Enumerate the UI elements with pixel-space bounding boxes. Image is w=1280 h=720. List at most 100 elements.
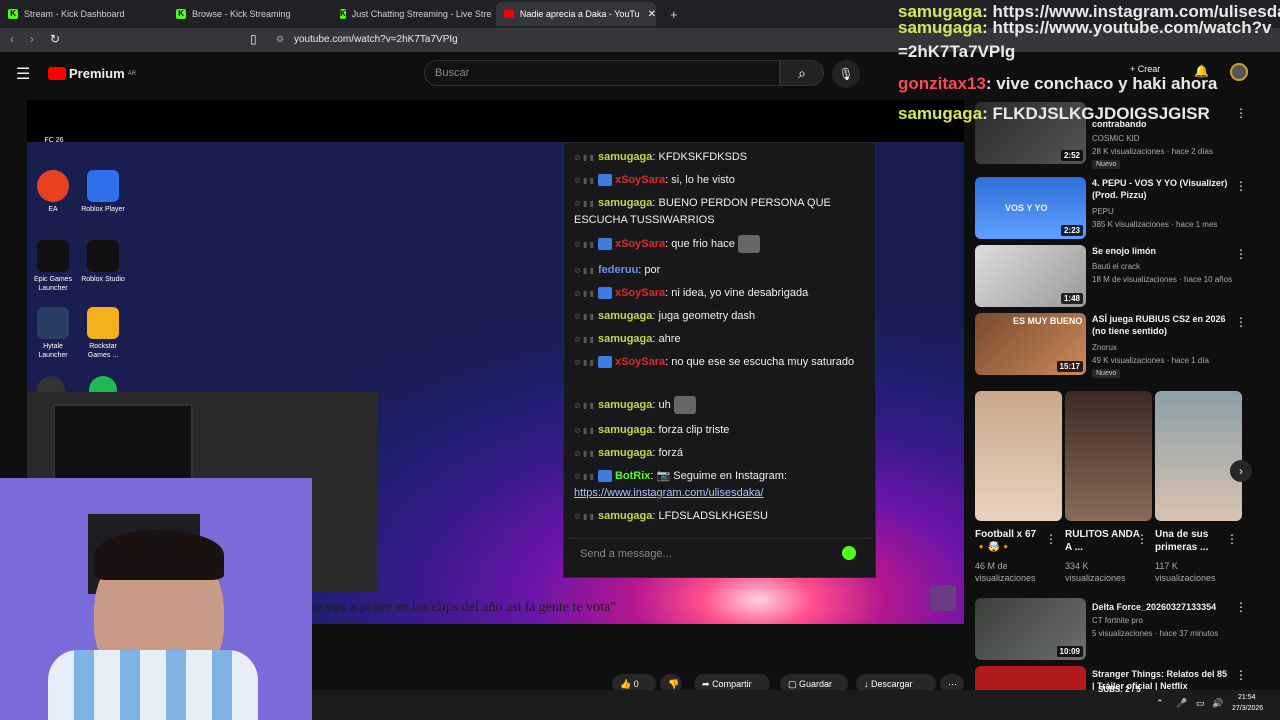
download-icon: ↓ <box>864 679 869 689</box>
like-count: 0 <box>633 679 639 689</box>
moderator-icon <box>597 238 612 250</box>
thumbnail: 1:48 <box>975 245 1086 307</box>
epic-games-icon <box>37 240 69 272</box>
rec-video[interactable]: VOS Y YO 2:23 4. PEPU - VOS Y YO (Visuali… <box>975 177 1265 241</box>
chat-input[interactable]: Send a message... <box>570 538 870 568</box>
bot-icon <box>597 470 612 483</box>
chat-message: ⊘ ▮ ▮ federuu: por <box>574 264 661 276</box>
moderator-icon <box>597 356 612 369</box>
more-icon[interactable]: ⋮ <box>1235 247 1247 261</box>
short-thumbnail[interactable] <box>1155 391 1242 521</box>
desktop-icon-fc26: FC 26 <box>44 137 64 144</box>
desktop-icon-roblox-studio: Roblox Studio <box>79 240 127 284</box>
close-icon[interactable]: ✕ <box>648 9 656 20</box>
tab-youtube-active[interactable]: Nadie aprecia a Daka - YouTu ✕ <box>496 2 656 26</box>
windows-taskbar <box>312 690 1280 720</box>
search-button[interactable]: ⌕ <box>780 60 824 86</box>
youtube-icon <box>504 10 514 18</box>
chat-message: ⊘ ▮ ▮ samugaga: BUENO PERDON PERSONA QUE … <box>574 197 831 226</box>
chat-message: ⊘ ▮ ▮ xSoySara: que frio hace <box>574 235 864 253</box>
thumbnail <box>975 666 1086 690</box>
chevron-right-icon[interactable]: › <box>1230 460 1252 482</box>
thumbnail: VOS Y YO 2:23 <box>975 177 1086 239</box>
tab-kick-just-chatting[interactable]: K Just Chatting Streaming - Live Strea <box>332 2 492 26</box>
forward-icon[interactable]: › <box>30 32 34 46</box>
mic-icon: 🎙 <box>838 67 854 81</box>
reload-icon[interactable]: ↻ <box>50 32 60 46</box>
video-stats: 18 M de visualizaciones · hace 10 años <box>1092 275 1233 284</box>
network-icon[interactable]: ▭ <box>1196 698 1205 709</box>
rec-video[interactable]: ES MUY BUENO 15:17 ASÍ juega RUBIUS CS2 e… <box>975 313 1265 378</box>
more-icon[interactable]: ⋮ <box>1235 179 1247 193</box>
instagram-link[interactable]: https://www.instagram.com/ulisesdaka/ <box>574 487 764 499</box>
chat-message: ⊘ ▮ ▮ samugaga: forzá <box>574 447 683 459</box>
rec-video[interactable]: 10:09 Delta Force_20260327133354 CT fort… <box>975 598 1265 662</box>
menu-icon[interactable]: ☰ <box>16 64 30 84</box>
more-icon[interactable]: ⋮ <box>1235 315 1247 329</box>
hytale-icon <box>37 307 69 339</box>
roblox-studio-icon <box>87 240 119 272</box>
bookmark-icon[interactable]: ▯ <box>250 32 257 46</box>
chat-message: ⊘ ▮ ▮ samugaga: forza clip triste <box>574 424 730 436</box>
stream-chat-overlay: samugaga: https://www.instagram.com/ulis… <box>898 2 1280 134</box>
short-thumbnail[interactable] <box>1065 391 1152 521</box>
more-icon[interactable]: ⋮ <box>1235 668 1247 682</box>
youtube-logo[interactable]: Premium AR <box>48 66 136 81</box>
chat-message: ⊘ ▮ ▮ samugaga: LFDSLADSLKHGESU <box>574 510 768 522</box>
emote-icon <box>673 396 696 414</box>
chat-message: ⊘ ▮ ▮ xSoySara: si, lo he visto <box>574 174 735 187</box>
system-tray: SUBS: 2 / 5 ⌃ 🎤 ▭ 🔊 21:54 27/3/2026 <box>1098 685 1280 720</box>
more-icon[interactable]: ⋮ <box>1136 532 1148 546</box>
kick-icon: K <box>8 9 18 19</box>
desktop-icon-epic: Epic Games Launcher <box>29 240 77 293</box>
thumbs-down-icon: 👎 <box>668 679 680 689</box>
short-views: 46 M de visualizaciones <box>975 561 1036 583</box>
tab-kick-dashboard[interactable]: K Stream - Kick Dashboard <box>0 2 168 26</box>
clock-time[interactable]: 21:54 <box>1238 694 1256 701</box>
rec-video[interactable]: 1:48 Se enojo limón Bauti el crack 18 M … <box>975 245 1265 309</box>
tab-label: Just Chatting Streaming - Live Strea <box>351 9 492 19</box>
site-info-icon[interactable]: ⚙ <box>276 34 284 45</box>
chat-message: ⊘ ▮ ▮ samugaga: KFDKSKFDKSDS <box>574 151 748 163</box>
overlay-message: samugaga: https://www.youtube.com/watch?… <box>898 18 1272 61</box>
more-icon[interactable]: ⋮ <box>1226 532 1238 546</box>
voice-search-button[interactable]: 🎙 <box>832 60 860 88</box>
desktop-icon-hytale: Hytale Launcher <box>29 307 77 360</box>
tab-kick-browse[interactable]: K Browse - Kick Streaming <box>168 2 336 26</box>
more-icon[interactable]: ⋮ <box>1045 532 1057 546</box>
channel-name: CT fortnite pro <box>1092 616 1143 625</box>
volume-icon[interactable]: 🔊 <box>1212 698 1223 709</box>
desktop-icon-rockstar: Rockstar Games ... <box>79 307 127 360</box>
chat-message: ⊘ ▮ ▮ xSoySara: no que ese se escucha muy… <box>574 356 855 369</box>
ea-icon <box>37 170 69 202</box>
more-icon: ⋯ <box>948 679 957 689</box>
video-title: Se enojo limón <box>1092 246 1157 256</box>
new-badge: Nuevo <box>1092 160 1121 169</box>
new-tab-button[interactable]: + <box>662 2 682 26</box>
streamer-webcam <box>0 478 312 720</box>
logo-text: Premium <box>69 66 125 81</box>
url-field[interactable]: youtube.com/watch?v=2hK7Ta7VPIg <box>294 34 458 45</box>
search-input[interactable]: Buscar <box>424 60 780 86</box>
kick-chat-panel: ⊘ ▮ ▮ samugaga: KFDKSKFDKSDS ⊘ ▮ ▮ xSoySar… <box>563 142 876 578</box>
rockstar-icon <box>87 307 119 339</box>
back-icon[interactable]: ‹ <box>10 32 14 46</box>
thumbnail: 10:09 <box>975 598 1086 660</box>
desktop-icon-ea: EA <box>29 170 77 214</box>
channel-name: COSMIC KID <box>1092 134 1140 143</box>
short-thumbnail[interactable] <box>975 391 1062 521</box>
channel-name: Znorux <box>1092 343 1117 352</box>
short-views: 117 K visualizaciones <box>1155 561 1216 583</box>
clock-date[interactable]: 27/3/2026 <box>1232 705 1263 712</box>
video-caption: te voy a poner en los clips del año asi … <box>312 600 616 615</box>
short-title: Una de sus primeras ... <box>1155 529 1209 553</box>
more-icon[interactable]: ⋮ <box>1235 600 1247 614</box>
short-views: 334 K visualizaciones <box>1065 561 1126 583</box>
chat-message: ⊘ ▮ ▮ samugaga: ahre <box>574 333 681 345</box>
kick-icon: K <box>176 9 186 19</box>
channel-watermark[interactable] <box>930 585 956 611</box>
mic-icon[interactable]: 🎤 <box>1176 698 1187 709</box>
video-stats: 49 K visualizaciones · hace 1 día <box>1092 356 1209 365</box>
send-icon[interactable] <box>842 546 856 560</box>
chevron-up-icon[interactable]: ⌃ <box>1156 698 1164 709</box>
